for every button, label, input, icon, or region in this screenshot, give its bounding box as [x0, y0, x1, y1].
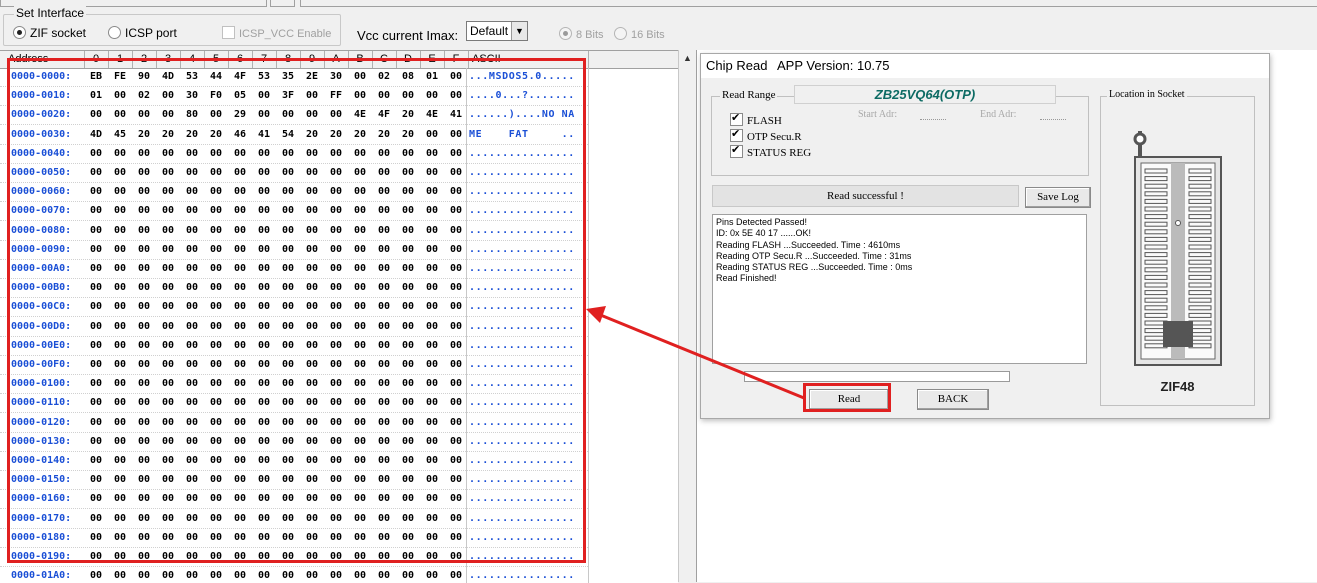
hex-byte[interactable]: 00	[228, 570, 252, 581]
checkbox-checked-icon	[730, 143, 743, 158]
hex-byte[interactable]: 00	[372, 570, 396, 581]
end-adr-field[interactable]	[1040, 119, 1066, 120]
icsp-vcc-label: ICSP_VCC Enable	[239, 28, 332, 40]
radio-selected-icon	[13, 26, 26, 39]
icsp-vcc-checkbox[interactable]: ICSP_VCC Enable	[222, 26, 331, 40]
set-interface-group: Set Interface ZIF socket ICSP port ICSP_…	[3, 6, 341, 46]
icsp-port-label: ICSP port	[125, 26, 177, 40]
read-range-title: Read Range	[720, 89, 778, 101]
chip-name: ZB25VQ64(OTP)	[794, 85, 1056, 104]
location-in-socket-group: Location in Socket ZIF48	[1100, 89, 1255, 406]
top-toolbar-edge	[0, 0, 1317, 7]
hex-byte[interactable]: 00	[324, 570, 348, 581]
checkbox-icon	[222, 26, 235, 39]
start-adr-label: Start Adr:	[858, 109, 898, 120]
bits-16-label: 16 Bits	[631, 29, 665, 41]
scroll-up-arrow-icon[interactable]: ▲	[679, 50, 696, 67]
otp-secu-label: OTP Secu.R	[747, 131, 802, 143]
hex-byte[interactable]: 00	[300, 570, 324, 581]
otp-secu-checkbox[interactable]: OTP Secu.R	[730, 127, 802, 143]
end-adr-label: End Adr:	[980, 109, 1017, 120]
log-line: Reading OTP Secu.R ...Succeeded. Time : …	[716, 250, 912, 261]
vcc-current-select[interactable]: Default ▼	[466, 21, 528, 41]
chevron-down-icon: ▼	[511, 22, 527, 40]
read-status-bar: Read successful !	[712, 185, 1019, 207]
hex-byte[interactable]: 00	[108, 570, 132, 581]
toolbar-segment	[300, 0, 1317, 7]
flash-label: FLASH	[747, 115, 782, 127]
dialog-title: Chip Read	[706, 58, 768, 73]
toolbar-segment	[270, 0, 295, 7]
red-arrow-icon	[586, 306, 805, 400]
set-interface-title: Set Interface	[14, 6, 87, 20]
bits-8-radio[interactable]: 8 Bits	[559, 27, 604, 41]
radio-icon	[108, 26, 121, 39]
log-line: ID: 0x 5E 40 17 ......OK!	[716, 228, 812, 239]
read-button-highlight	[803, 383, 891, 412]
save-log-button[interactable]: Save Log	[1025, 187, 1091, 208]
hex-ascii: ................	[469, 570, 575, 582]
zif-socket-icon	[1133, 131, 1222, 366]
hex-byte[interactable]: 00	[204, 570, 228, 581]
checkbox-checked-icon	[730, 111, 743, 126]
bits-16-radio[interactable]: 16 Bits	[614, 27, 665, 41]
bits-8-label: 8 Bits	[576, 29, 604, 41]
log-line: Reading STATUS REG ...Succeeded. Time : …	[716, 262, 913, 273]
checkbox-checked-icon	[730, 127, 743, 142]
status-reg-checkbox[interactable]: STATUS REG	[730, 143, 812, 159]
vcc-current-label: Vcc current Imax:	[357, 28, 459, 43]
hex-address: 0000-01A0:	[11, 570, 72, 582]
flash-checkbox[interactable]: FLASH	[730, 111, 782, 127]
hex-byte[interactable]: 00	[396, 570, 420, 581]
hex-byte[interactable]: 00	[252, 570, 276, 581]
icsp-port-radio[interactable]: ICSP port	[108, 26, 177, 40]
status-reg-label: STATUS REG	[747, 147, 812, 159]
hex-byte[interactable]: 00	[420, 570, 444, 581]
start-adr-field[interactable]	[920, 119, 946, 120]
zif-socket-label: ZIF socket	[30, 26, 87, 40]
hex-highlight-box	[7, 58, 586, 563]
dialog-title-bar: Chip Read APP Version: 10.75	[701, 54, 1269, 78]
hex-byte[interactable]: 00	[180, 570, 204, 581]
hex-byte[interactable]: 00	[132, 570, 156, 581]
hex-byte[interactable]: 00	[84, 570, 108, 581]
log-line: Read Finished!	[716, 273, 777, 284]
app-version: APP Version: 10.75	[777, 58, 890, 73]
log-line: Pins Detected Passed!	[716, 217, 808, 227]
zif-label: ZIF48	[1160, 379, 1195, 394]
zif-socket-radio[interactable]: ZIF socket	[13, 26, 86, 40]
radio-icon	[614, 27, 627, 40]
socket-title: Location in Socket	[1107, 89, 1187, 100]
hex-byte[interactable]: 00	[156, 570, 180, 581]
hex-byte[interactable]: 00	[444, 570, 468, 581]
log-line: Reading FLASH ...Succeeded. Time : 4610m…	[716, 239, 901, 250]
vcc-current-value: Default	[470, 24, 509, 38]
radio-selected-icon	[559, 27, 572, 40]
read-range-group: Read Range ZB25VQ64(OTP) FLASH OTP Secu.…	[711, 85, 1089, 176]
hex-byte[interactable]: 00	[276, 570, 300, 581]
hex-row[interactable]: 0000-01A0: 00 00 00 00 00 00 00 00 00 00 00 00 00 00 00…	[0, 567, 678, 583]
hex-byte[interactable]: 00	[348, 570, 372, 581]
back-button[interactable]: BACK	[917, 389, 989, 410]
